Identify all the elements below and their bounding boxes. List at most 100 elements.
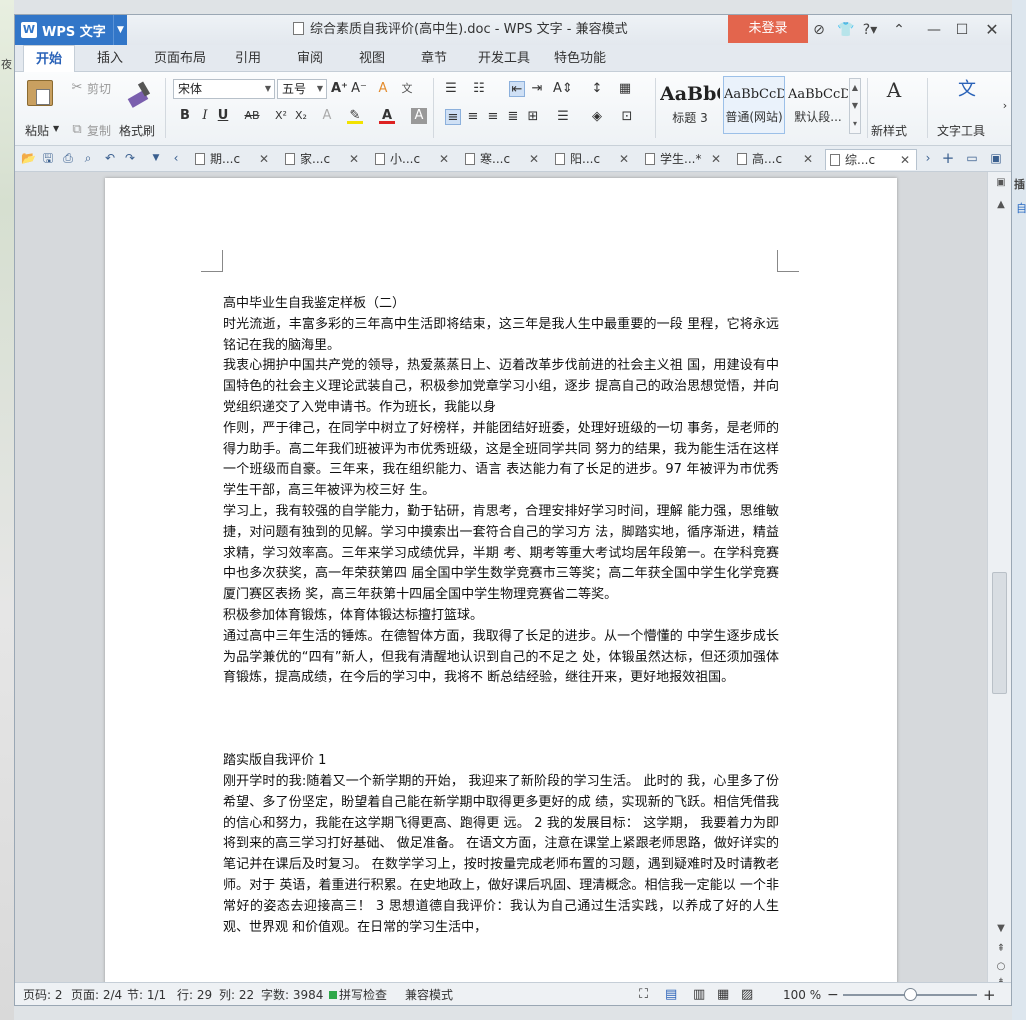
doc-tab-active[interactable]: 综...c ✕ [825, 149, 917, 170]
style-normal-web[interactable]: AaBbCcDd 普通(网站) [723, 76, 785, 134]
superscript-icon[interactable]: X² [273, 108, 289, 124]
doc-tab[interactable]: 小...c ✕ [371, 149, 453, 170]
skin-icon[interactable]: 👕 [837, 15, 854, 45]
subscript-icon[interactable]: X₂ [293, 108, 309, 124]
scrollbar-thumb[interactable] [992, 572, 1007, 694]
web-view-icon[interactable]: ▦ [717, 983, 729, 1005]
copy-icon[interactable]: ⧉ [69, 122, 85, 138]
help-icon[interactable]: ?▾ [859, 15, 881, 45]
justify-icon[interactable]: ≣ [505, 109, 521, 125]
chevron-down-icon[interactable]: ▼ [53, 124, 59, 133]
ribbon-scroll-right-icon[interactable]: › [997, 98, 1011, 114]
print-icon[interactable]: ⎙ [61, 151, 75, 165]
grow-font-icon[interactable]: A⁺ [331, 81, 348, 97]
increase-indent-icon[interactable]: ⇥ [529, 81, 545, 97]
reading-mode-icon[interactable]: ▨ [741, 983, 753, 1005]
status-word-count[interactable]: 字数: 3984 [261, 983, 323, 1005]
tab-home[interactable]: 开始 [23, 45, 75, 73]
zoom-slider-thumb[interactable] [903, 988, 917, 1001]
document-page[interactable]: 高中毕业生自我鉴定样板（二） 时光流逝，丰富多彩的三年高中生活即将结束，这三年是… [105, 178, 897, 982]
table-border-icon[interactable]: ▦ [617, 81, 633, 97]
align-left-icon[interactable]: ≡ [445, 109, 461, 125]
doc-tab[interactable]: 学生...* ✕ [641, 149, 725, 170]
undo-icon[interactable]: ↶ [103, 151, 117, 165]
zoom-level[interactable]: 100 % [783, 983, 821, 1005]
line-spacing-icon[interactable]: ☰ [555, 109, 571, 125]
tab-features[interactable]: 特色功能 [549, 45, 611, 72]
style-heading-3[interactable]: AaBbC 标题 3 [659, 76, 721, 134]
document-canvas[interactable]: 高中毕业生自我鉴定样板（二） 时光流逝，丰富多彩的三年高中生活即将结束，这三年是… [15, 172, 987, 982]
close-tab-icon[interactable]: ✕ [349, 149, 359, 170]
open-folder-icon[interactable]: 📂 [21, 151, 36, 165]
doc-tab[interactable]: 高...c ✕ [733, 149, 817, 170]
copy-button[interactable]: 复制 [87, 122, 111, 139]
tab-page-layout[interactable]: 页面布局 [145, 45, 215, 72]
sort-icon[interactable]: ↕ [589, 81, 605, 97]
pin-icon[interactable]: ▣ [994, 176, 1008, 190]
font-size-select[interactable]: 五号 ▼ [277, 79, 327, 99]
style-default-paragraph[interactable]: AaBbCcDd 默认段... [787, 76, 849, 134]
format-painter-button[interactable]: 格式刷 [119, 122, 155, 139]
status-page-code[interactable]: 页码: 2 [23, 983, 63, 1005]
fullscreen-icon[interactable]: ⛶ [639, 983, 648, 1005]
numbered-list-icon[interactable]: ☷ [471, 81, 487, 97]
vertical-scrollbar[interactable]: ▣ ▲ ▼ ⇞ ○ ⇟ [987, 172, 1011, 988]
italic-icon[interactable]: I [197, 108, 213, 124]
new-tab-icon[interactable]: + [941, 151, 955, 166]
zoom-in-icon[interactable]: + [983, 983, 996, 1005]
minimize-button[interactable]: — [921, 15, 947, 45]
underline-icon[interactable]: U [215, 108, 231, 124]
tab-developer[interactable]: 开发工具 [473, 45, 535, 72]
font-color-icon[interactable]: A [379, 108, 395, 124]
close-tab-icon[interactable]: ✕ [619, 149, 629, 170]
new-style-icon[interactable]: A [881, 80, 907, 108]
char-shading-icon[interactable]: A [411, 108, 427, 124]
text-tools-button[interactable]: 文字工具 [937, 122, 985, 139]
align-center-icon[interactable]: ≡ [465, 109, 481, 125]
scroll-down-icon[interactable]: ▼ [994, 922, 1008, 936]
save-icon[interactable]: 🖫 [41, 151, 55, 165]
outline-view-icon[interactable]: ▥ [693, 983, 705, 1005]
text-tools-icon[interactable]: 文 [955, 81, 979, 106]
bullet-list-icon[interactable]: ☰ [443, 81, 459, 97]
strikethrough-icon[interactable]: AB [241, 108, 263, 124]
phonetic-guide-icon[interactable]: 文 [399, 81, 415, 97]
document-body[interactable]: 高中毕业生自我鉴定样板（二） 时光流逝，丰富多彩的三年高中生活即将结束，这三年是… [223, 294, 779, 938]
clear-format-icon[interactable]: A [375, 81, 391, 97]
close-tab-icon[interactable]: ✕ [900, 150, 910, 171]
tab-chapter[interactable]: 章节 [411, 45, 457, 72]
highlight-icon[interactable]: ✎ [347, 108, 363, 124]
status-pages[interactable]: 页面: 2/4 [71, 983, 122, 1005]
shrink-font-icon[interactable]: A⁻ [351, 81, 367, 97]
cut-button[interactable]: 剪切 [87, 80, 111, 97]
text-direction-icon[interactable]: A⇕ [553, 81, 573, 97]
zoom-out-icon[interactable]: − [827, 983, 839, 1005]
prev-page-icon[interactable]: ⇞ [994, 942, 1008, 956]
tabs-scroll-right-icon[interactable]: › [921, 151, 935, 165]
tab-view[interactable]: 视图 [349, 45, 395, 72]
style-gallery-scroller[interactable]: ▲ ▼ ▾ [849, 78, 861, 134]
doc-tab[interactable]: 期...c ✕ [191, 149, 273, 170]
cloud-icon[interactable]: ⊘ [811, 15, 827, 45]
tab-review[interactable]: 审阅 [287, 45, 333, 72]
close-tab-icon[interactable]: ✕ [529, 149, 539, 170]
format-painter-icon[interactable] [125, 80, 151, 108]
scissors-icon[interactable]: ✂ [69, 80, 85, 96]
decrease-indent-icon[interactable]: ⇤ [509, 81, 525, 97]
close-tab-icon[interactable]: ✕ [711, 149, 721, 170]
new-style-button[interactable]: 新样式 [871, 122, 907, 139]
doc-tab[interactable]: 家...c ✕ [281, 149, 363, 170]
tabs-scroll-left-icon[interactable]: ‹ [169, 151, 183, 165]
close-button[interactable]: ✕ [979, 15, 1005, 45]
distribute-icon[interactable]: ⊞ [525, 109, 541, 125]
chevron-down-icon[interactable]: ▼ [113, 15, 127, 45]
select-browse-object-icon[interactable]: ○ [994, 960, 1008, 974]
font-name-select[interactable]: 宋体 ▼ [173, 79, 275, 99]
page-view-icon[interactable]: ▤ [665, 983, 677, 1005]
redo-icon[interactable]: ↷ [123, 151, 137, 165]
bold-icon[interactable]: B [177, 108, 193, 124]
align-right-icon[interactable]: ≡ [485, 109, 501, 125]
quick-access-menu-icon[interactable]: ▼ [149, 151, 163, 165]
login-button[interactable]: 未登录 [728, 15, 808, 43]
close-tab-icon[interactable]: ✕ [259, 149, 269, 170]
